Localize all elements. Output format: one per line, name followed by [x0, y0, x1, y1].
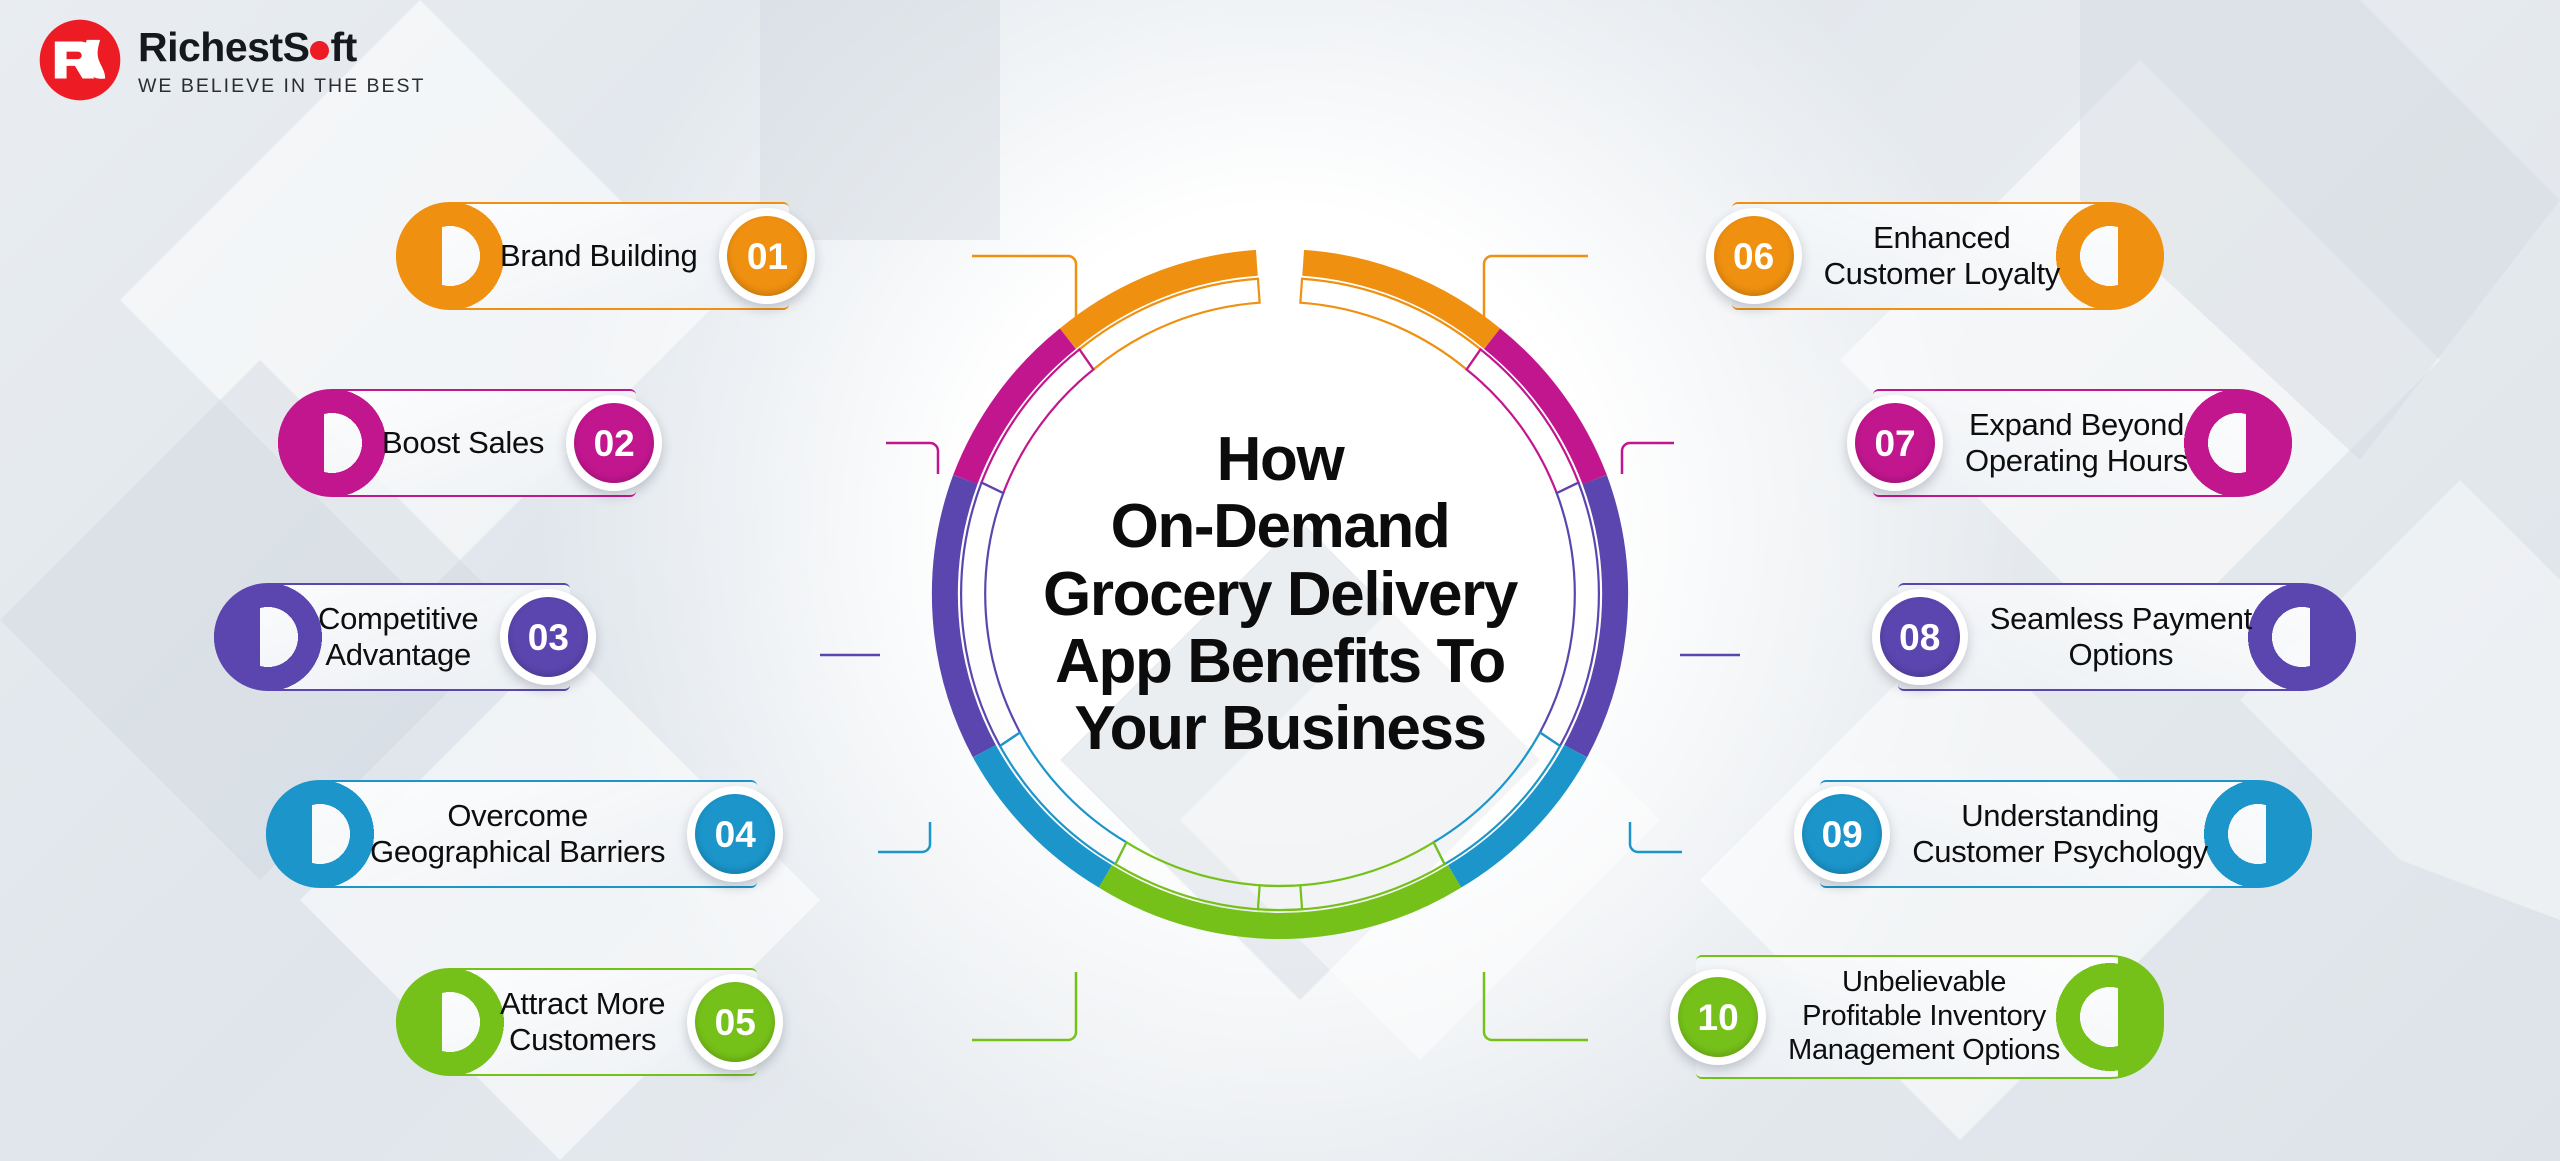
benefit-label-03: Competitive Advantage: [318, 600, 479, 672]
infographic-canvas: RichestS ft WE BELIEVE IN THE BEST How O…: [0, 0, 2560, 1161]
benefit-badge-inner-10: 10: [1678, 977, 1759, 1057]
benefit-badge-08[interactable]: 08: [1871, 589, 1968, 685]
benefit-badge-05[interactable]: 05: [687, 974, 784, 1070]
benefit-pill-10: Unbelievable Profitable Inventory Manage…: [1696, 955, 2164, 1079]
benefit-item-01[interactable]: Brand Building 01: [396, 202, 816, 310]
benefit-badge-inner-09: 09: [1802, 794, 1883, 874]
benefit-label-09: Understanding Customer Psychology: [1912, 797, 2208, 869]
benefit-label-01: Brand Building: [500, 237, 698, 273]
benefit-badge-02[interactable]: 02: [566, 395, 663, 491]
benefit-pill-09: Understanding Customer Psychology: [1820, 780, 2312, 888]
benefit-number-04: 04: [714, 813, 756, 855]
benefit-badge-01[interactable]: 01: [719, 208, 816, 304]
benefit-number-09: 09: [1821, 813, 1863, 855]
benefit-badge-inner-02: 02: [574, 403, 655, 483]
benefit-item-10[interactable]: Unbelievable Profitable Inventory Manage…: [1670, 955, 2164, 1079]
benefit-number-08: 08: [1899, 616, 1941, 658]
brand-name-part2: ft: [330, 23, 357, 70]
brand-logo: RichestS ft WE BELIEVE IN THE BEST: [38, 18, 425, 102]
brand-name: RichestS ft: [138, 23, 425, 70]
benefit-item-05[interactable]: Attract More Customers 05: [396, 968, 784, 1076]
center-ring: [900, 214, 1660, 974]
benefit-number-05: 05: [714, 1001, 756, 1043]
benefit-number-02: 02: [593, 422, 635, 464]
benefit-number-10: 10: [1697, 996, 1739, 1038]
benefit-item-07[interactable]: Expand Beyond Operating Hours 07: [1847, 389, 2292, 497]
benefit-item-09[interactable]: Understanding Customer Psychology 09: [1794, 780, 2312, 888]
benefit-item-02[interactable]: Boost Sales 02: [278, 389, 663, 497]
benefit-badge-03[interactable]: 03: [500, 589, 597, 685]
benefit-label-07: Expand Beyond Operating Hours: [1965, 406, 2188, 478]
brand-o-dot-icon: [310, 40, 330, 60]
benefit-label-10: Unbelievable Profitable Inventory Manage…: [1788, 966, 2060, 1066]
benefit-label-05: Attract More Customers: [500, 985, 666, 1057]
benefit-label-06: Enhanced Customer Loyalty: [1823, 219, 2061, 291]
benefit-badge-inner-07: 07: [1855, 403, 1936, 483]
benefit-number-06: 06: [1733, 235, 1775, 277]
benefit-badge-inner-06: 06: [1713, 216, 1794, 296]
benefit-pill-04: Overcome Geographical Barriers: [266, 780, 758, 888]
benefit-item-04[interactable]: Overcome Geographical Barriers 04: [266, 780, 784, 888]
benefit-badge-inner-05: 05: [695, 982, 776, 1062]
benefit-badge-inner-01: 01: [727, 216, 808, 296]
benefit-badge-inner-08: 08: [1879, 597, 1960, 677]
benefit-item-08[interactable]: Seamless Payment Options 08: [1871, 583, 2356, 691]
brand-tagline: WE BELIEVE IN THE BEST: [138, 74, 426, 97]
benefit-label-02: Boost Sales: [382, 424, 545, 460]
benefit-badge-07[interactable]: 07: [1847, 395, 1944, 491]
benefit-item-03[interactable]: Competitive Advantage 03: [214, 583, 597, 691]
benefit-badge-inner-04: 04: [695, 794, 776, 874]
benefit-badge-inner-03: 03: [508, 597, 589, 677]
benefit-badge-06[interactable]: 06: [1705, 208, 1802, 304]
benefit-number-03: 03: [527, 616, 569, 658]
benefit-badge-04[interactable]: 04: [687, 786, 784, 882]
benefit-number-01: 01: [746, 235, 789, 277]
benefit-badge-09[interactable]: 09: [1794, 786, 1891, 882]
benefit-number-07: 07: [1874, 422, 1916, 464]
benefit-label-04: Overcome Geographical Barriers: [370, 797, 666, 869]
brand-wordmark-block: RichestS ft WE BELIEVE IN THE BEST: [138, 23, 425, 98]
brand-name-part1: RichestS: [138, 23, 310, 70]
benefit-item-06[interactable]: Enhanced Customer Loyalty 06: [1705, 202, 2164, 310]
richestsoft-logo-icon: [39, 19, 121, 101]
benefit-label-08: Seamless Payment Options: [1989, 600, 2253, 672]
benefit-badge-10[interactable]: 10: [1670, 969, 1767, 1065]
center-ring-svg: [931, 249, 1629, 939]
